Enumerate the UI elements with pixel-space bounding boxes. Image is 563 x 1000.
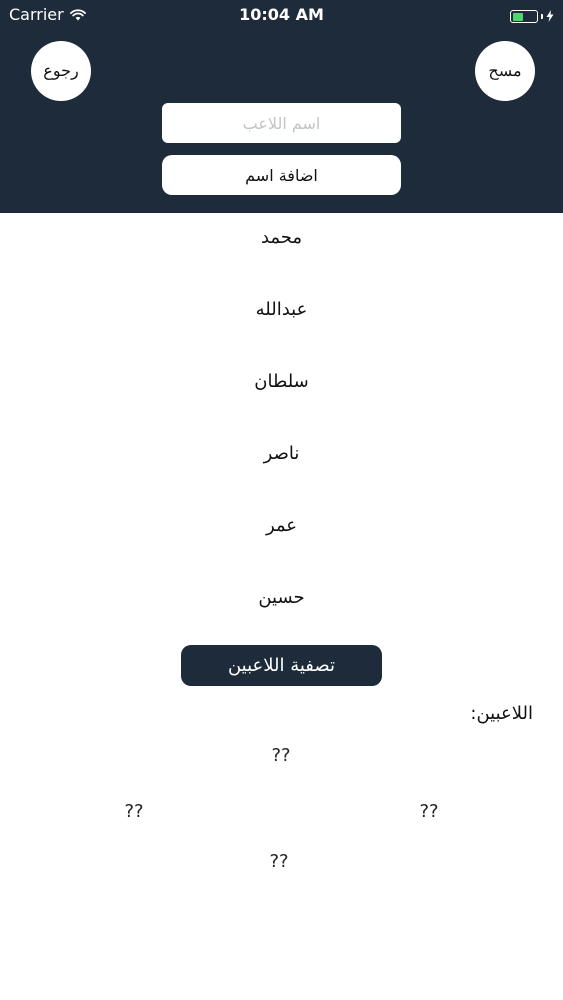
status-bar: Carrier 10:04 AM <box>0 0 563 30</box>
status-time: 10:04 AM <box>239 5 324 24</box>
battery-indicator <box>510 7 554 26</box>
list-item[interactable]: عبدالله <box>0 290 563 362</box>
player-slot-right: ?? <box>419 801 439 822</box>
player-name-input[interactable] <box>162 103 401 143</box>
add-name-button[interactable]: اضافة اسم <box>162 155 401 195</box>
player-slot-top: ?? <box>271 745 291 766</box>
list-item[interactable]: محمد <box>0 218 563 290</box>
list-item[interactable]: ناصر <box>0 434 563 506</box>
list-item[interactable]: سلطان <box>0 362 563 434</box>
battery-icon <box>510 10 538 23</box>
battery-tip <box>541 14 543 19</box>
charging-bolt-icon <box>546 7 554 26</box>
players-label: اللاعبين: <box>470 703 533 724</box>
header-bar: Carrier 10:04 AM رجوع مسح اضا <box>0 0 563 213</box>
back-button[interactable]: رجوع <box>31 41 91 101</box>
names-list: محمد عبدالله سلطان ناصر عمر حسين <box>0 218 563 650</box>
list-item[interactable]: حسين <box>0 578 563 650</box>
player-slot-bottom: ?? <box>269 851 289 872</box>
player-slot-left: ?? <box>124 801 144 822</box>
list-item[interactable]: عمر <box>0 506 563 578</box>
filter-players-button[interactable]: تصفية اللاعبين <box>181 645 382 686</box>
clear-button[interactable]: مسح <box>475 41 535 101</box>
battery-level <box>512 12 523 21</box>
